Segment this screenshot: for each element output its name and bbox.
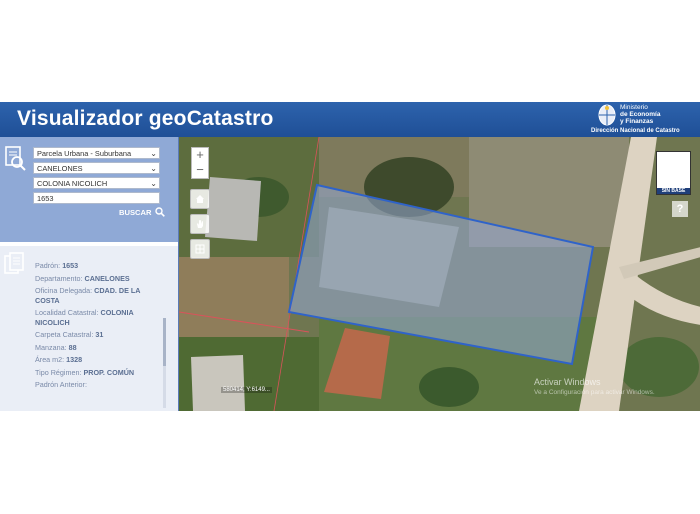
basemap-toggle-label: SIN BASE [657,188,690,194]
zoom-in-button[interactable]: + [192,148,208,163]
info-label: Manzana: [35,342,67,352]
agency-name: Dirección Nacional de Catastro [591,128,680,134]
parcel-info-panel: Padrón: 1653 Departamento: CANELONES Ofi… [0,246,178,411]
app-header: Visualizador geoCatastro Ministerio de E… [0,102,700,137]
chevron-down-icon: ⌄ [150,164,157,173]
grid-icon [195,244,205,254]
info-row-carpeta: Carpeta Catastral: 31 [35,330,157,340]
info-value: PROP. COMÚN [83,367,135,377]
ministry-line-3: y Finanzas [620,118,654,125]
info-label: Tipo Régimen: [35,367,82,377]
geocatastro-app: Visualizador geoCatastro Ministerio de E… [0,102,700,411]
info-label: Área m2: [35,355,65,364]
zoom-out-button[interactable]: − [192,163,208,178]
info-value: CANELONES [84,273,130,283]
ministry-line-1: Ministerio [620,104,648,111]
info-label: Departamento: [35,273,83,283]
home-icon [196,195,204,203]
info-label: Padrón Anterior: [35,380,87,389]
app-title: Visualizador geoCatastro [17,107,274,130]
coordinates-readout: 580414, Y:6149... [221,387,272,393]
info-label: Carpeta Catastral: [35,330,94,339]
padron-input-value: 1653 [37,194,54,203]
home-button[interactable] [190,189,210,209]
info-scrollbar-thumb[interactable] [163,318,166,366]
info-value: 1653 [62,261,79,270]
layers-tool-button[interactable] [190,239,210,259]
parcel-attributes: Padrón: 1653 Departamento: CANELONES Ofi… [35,261,157,393]
satellite-map[interactable] [179,137,700,411]
search-panel: Parcela Urbana - Suburbana ⌄ CANELONES ⌄… [0,137,178,242]
search-icon [154,207,165,217]
info-row-manzana: Manzana: 88 [35,343,157,353]
sidebar: Parcela Urbana - Suburbana ⌄ CANELONES ⌄… [0,137,178,411]
help-button[interactable]: ? [672,201,688,217]
tipo-select[interactable]: Parcela Urbana - Suburbana ⌄ [33,147,160,159]
info-row-padron: Padrón: 1653 [35,261,157,271]
map-view[interactable]: + − SIN BASE ? 580414, Y:6149... Activar [178,137,700,411]
info-value: 1328 [66,355,83,364]
documents-icon [4,252,24,274]
info-label: Oficina Delegada: [35,286,93,295]
activation-watermark-title: Activar Windows [534,377,601,387]
info-label: Localidad Catastral: [35,308,99,317]
search-button[interactable]: BUSCAR [119,207,165,217]
info-label: Padrón: [35,261,61,270]
ministry-line-2: de Economía [620,111,661,118]
info-value: 31 [95,330,104,339]
info-row-oficina: Oficina Delegada: CDAD. DE LA COSTA [35,286,157,305]
search-button-label: BUSCAR [119,207,152,217]
info-value: 88 [68,342,77,352]
departamento-select-value: CANELONES [37,164,83,173]
localidad-select-value: COLONIA NICOLICH [37,179,108,188]
padron-input[interactable]: 1653 [33,192,160,204]
tipo-select-value: Parcela Urbana - Suburbana [37,149,132,158]
chevron-down-icon: ⌄ [150,179,157,188]
pan-tool-button[interactable] [190,214,210,234]
info-row-regimen: Tipo Régimen: PROP. COMÚN [35,368,157,378]
info-row-localidad: Localidad Catastral: COLONIA NICOLICH [35,308,157,327]
localidad-select[interactable]: COLONIA NICOLICH ⌄ [33,177,160,189]
ministry-logo: Ministerio de Economía y Finanzas Direcc… [590,103,694,136]
info-row-padron-anterior: Padrón Anterior: [35,380,157,390]
zoom-control: + − [191,147,209,179]
basemap-toggle[interactable]: SIN BASE [656,151,691,195]
hand-icon [197,220,203,228]
departamento-select[interactable]: CANELONES ⌄ [33,162,160,174]
activation-watermark-text: Ve a Configuración para activar Windows. [534,389,655,396]
info-row-departamento: Departamento: CANELONES [35,274,157,284]
chevron-down-icon: ⌄ [150,149,157,158]
national-seal-icon [598,104,616,126]
search-document-icon [5,146,26,171]
info-row-area: Área m2: 1328 [35,355,157,365]
